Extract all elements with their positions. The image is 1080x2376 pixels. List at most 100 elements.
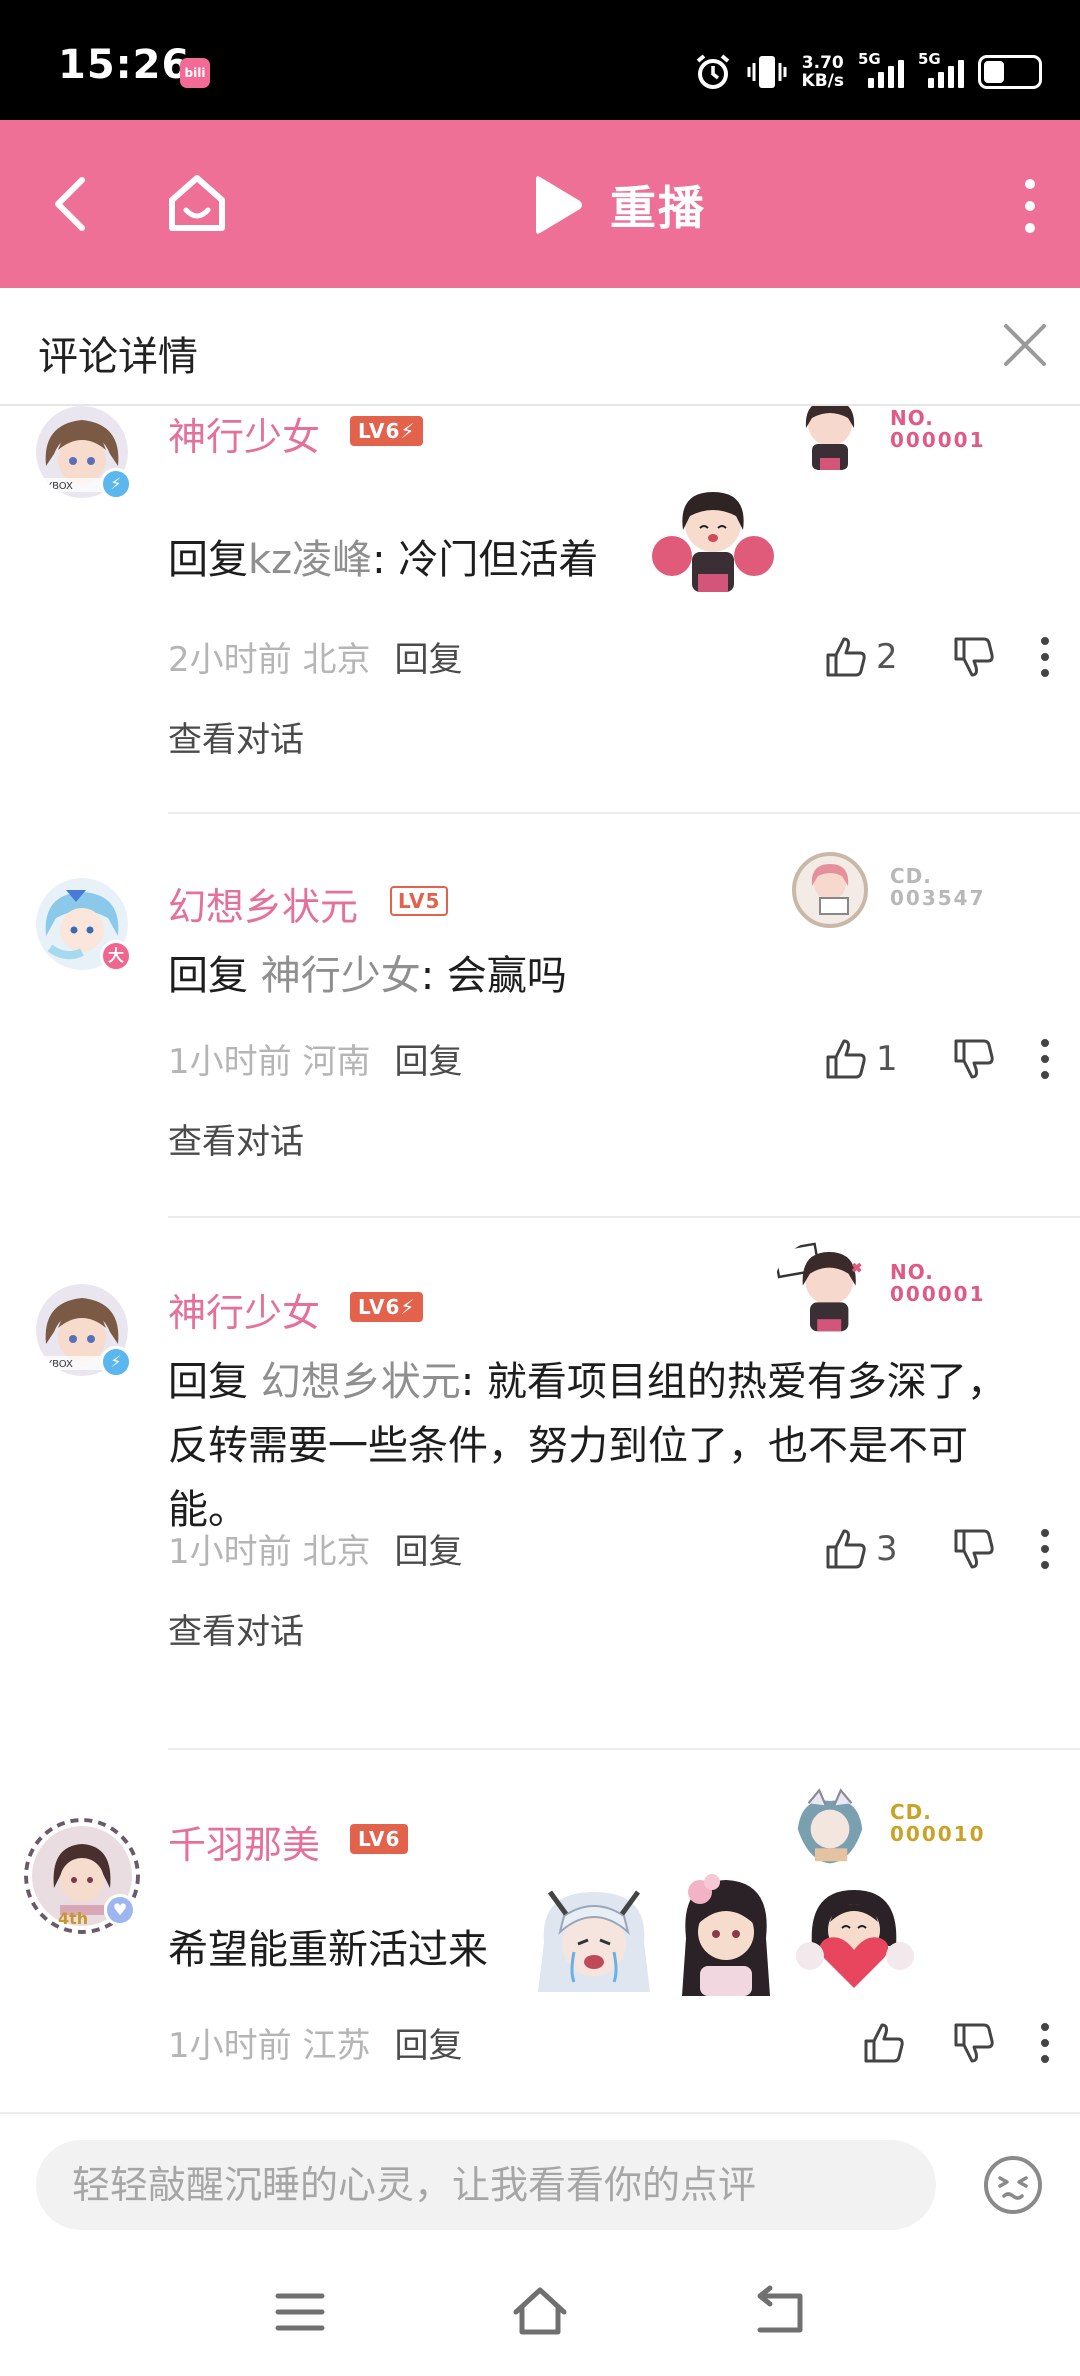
- username[interactable]: 幻想乡状元: [168, 876, 358, 931]
- divider: [168, 1216, 1080, 1218]
- like-count: 2: [876, 637, 898, 677]
- view-conversation-link[interactable]: 查看对话: [168, 712, 304, 761]
- divider: [168, 1748, 1080, 1750]
- signal-icon-2: 5G: [918, 50, 964, 88]
- level-badge: LV6: [350, 1824, 409, 1854]
- username[interactable]: 神行少女: [168, 406, 320, 461]
- comment-detail-header: 评论详情: [0, 288, 1080, 406]
- system-nav-bar: [0, 2252, 1080, 2376]
- thumbs-up-icon: [826, 1039, 866, 1079]
- comment-actions: [824, 2018, 1050, 2068]
- medal-avatar: [797, 1788, 863, 1864]
- back-icon[interactable]: [42, 172, 102, 236]
- comment-text: 回复kz凌峰: 冷门但活着: [168, 537, 599, 583]
- mention-link[interactable]: 幻想乡状元: [261, 1359, 461, 1405]
- verified-badge: ⚡: [100, 468, 132, 500]
- comment-meta: 2小时前 北京 回复: [168, 640, 463, 680]
- more-icon[interactable]: [1020, 176, 1040, 236]
- like-button[interactable]: 3: [824, 1527, 924, 1571]
- like-button[interactable]: [824, 2021, 924, 2065]
- mention-link[interactable]: 神行少女: [261, 953, 421, 999]
- thumbs-down-icon[interactable]: [952, 635, 996, 679]
- reply-button[interactable]: 回复: [394, 1532, 462, 1572]
- comment-item: YBOX ⚡ 神行少女 LV6⚡ NO. 000001 回复kz凌峰: 冷门但活…: [0, 406, 1080, 816]
- more-options-icon[interactable]: [1040, 1527, 1050, 1571]
- like-button[interactable]: 2: [824, 635, 924, 679]
- comment-actions: 2: [824, 632, 1050, 682]
- comment-item: YBOX ⚡ 神行少女 LV6⚡ NO. 000001 回复 幻想乡状元: 就看…: [0, 1240, 1080, 1740]
- svg-text:YBOX: YBOX: [45, 481, 73, 492]
- like-count: 1: [876, 1039, 898, 1079]
- thumbs-down-icon[interactable]: [952, 1037, 996, 1081]
- comment-item: 4th ♥ 千羽那美 LV6 CD. 000010 希望能重新活过来 1小时前 …: [0, 1772, 1080, 2112]
- vibrate-icon: [747, 56, 787, 88]
- reply-button[interactable]: 回复: [394, 2026, 462, 2066]
- cheerleader-sticker: [652, 492, 774, 592]
- thumbs-up-icon: [864, 2023, 904, 2063]
- comment-item: 大 幻想乡状元 LV5 CD. 003547 回复 神行少女: 会赢吗 1小时前…: [0, 836, 1080, 1216]
- crying-girl-sticker: [538, 1890, 650, 1992]
- level-badge: LV6⚡: [350, 1292, 424, 1322]
- emoji-icon[interactable]: [982, 2154, 1044, 2216]
- signal-icon: 5G: [858, 50, 904, 88]
- username[interactable]: 神行少女: [168, 1282, 320, 1337]
- comment-input[interactable]: [36, 2140, 936, 2230]
- page-title: 评论详情: [38, 334, 198, 380]
- close-icon[interactable]: [994, 314, 1056, 376]
- username[interactable]: 千羽那美: [168, 1814, 320, 1869]
- fan-medal[interactable]: CD. 003547: [790, 850, 1010, 930]
- avatar[interactable]: 大: [36, 878, 132, 972]
- back-nav-icon[interactable]: [750, 2282, 810, 2342]
- like-count: 3: [876, 1529, 898, 1569]
- comment-meta: 1小时前 河南 回复: [168, 1042, 463, 1082]
- vip-badge: 大: [100, 940, 132, 972]
- net-speed: 3.70 KB/s: [801, 53, 844, 91]
- more-options-icon[interactable]: [1040, 1037, 1050, 1081]
- replay-button[interactable]: 重播: [530, 172, 706, 238]
- view-conversation-link[interactable]: 查看对话: [168, 1114, 304, 1163]
- comment-meta: 1小时前 北京 回复: [168, 1532, 463, 1572]
- comment-actions: 1: [824, 1034, 1050, 1084]
- thumbs-down-icon[interactable]: [952, 2021, 996, 2065]
- home-nav-icon[interactable]: [510, 2282, 570, 2342]
- reply-button[interactable]: 回复: [394, 640, 462, 680]
- thumbs-down-icon[interactable]: [952, 1527, 996, 1571]
- avatar[interactable]: 4th ♥: [24, 1818, 140, 1934]
- fan-medal[interactable]: CD. 000010: [790, 1786, 1010, 1866]
- bilibili-app-icon: bili: [180, 58, 210, 88]
- thumbs-up-icon: [826, 637, 866, 677]
- reply-button[interactable]: 回复: [394, 1042, 462, 1082]
- view-conversation-link[interactable]: 查看对话: [168, 1604, 304, 1653]
- comment-input-bar: [0, 2112, 1080, 2252]
- comment-list[interactable]: YBOX ⚡ 神行少女 LV6⚡ NO. 000001 回复kz凌峰: 冷门但活…: [0, 406, 1080, 2112]
- like-button[interactable]: 1: [824, 1037, 924, 1081]
- svg-text:YBOX: YBOX: [45, 1359, 73, 1370]
- home-icon[interactable]: [164, 170, 230, 236]
- play-icon: [536, 176, 582, 234]
- comment-meta: 1小时前 江苏 回复: [168, 2026, 463, 2066]
- svg-text:4th: 4th: [58, 1909, 88, 1928]
- more-options-icon[interactable]: [1040, 2021, 1050, 2065]
- avatar[interactable]: YBOX ⚡: [36, 406, 132, 500]
- comment-actions: 3: [824, 1524, 1050, 1574]
- comment-text: 回复 幻想乡状元: 就看项目组的热爱有多深了，反转需要一些条件，努力到位了，也不…: [168, 1359, 1007, 1533]
- comment-text: 回复 神行少女: 会赢吗: [168, 953, 567, 999]
- verified-badge: ⚡: [100, 1346, 132, 1378]
- fan-medal[interactable]: NO. 000001: [790, 406, 1010, 472]
- menu-icon[interactable]: [270, 2282, 330, 2342]
- level-badge: LV5: [390, 886, 449, 916]
- avatar[interactable]: YBOX ⚡: [36, 1284, 132, 1378]
- mention-link[interactable]: kz凌峰: [248, 537, 372, 583]
- medal-avatar: [774, 1242, 862, 1332]
- status-icons: 3.70 KB/s 5G 5G: [694, 48, 1042, 96]
- alarm-icon: [696, 54, 729, 89]
- medal-avatar: [805, 406, 855, 470]
- top-nav-bar: 重播: [0, 120, 1080, 288]
- thumbs-up-icon: [826, 1529, 866, 1569]
- fan-medal[interactable]: NO. 000001: [774, 1242, 1010, 1332]
- medal-avatar: [792, 852, 868, 928]
- more-options-icon[interactable]: [1040, 635, 1050, 679]
- battery-icon: [978, 55, 1042, 89]
- replay-label: 重播: [610, 181, 706, 235]
- level-badge: LV6⚡: [350, 416, 424, 446]
